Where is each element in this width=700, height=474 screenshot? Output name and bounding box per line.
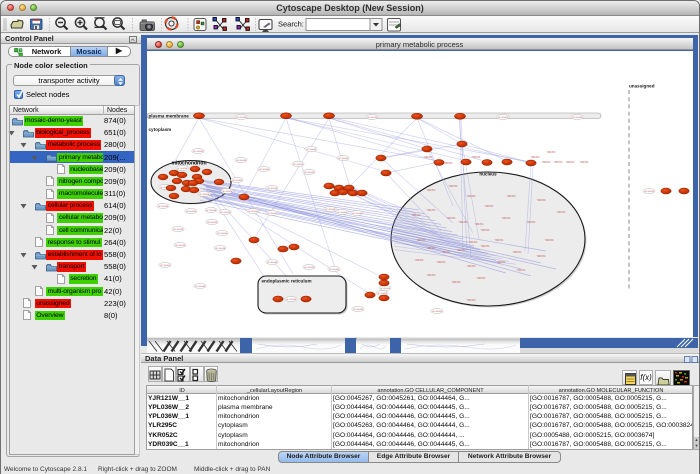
svg-text:YDR45C: YDR45C: [426, 248, 435, 250]
svg-text:plasma membrane: plasma membrane: [148, 114, 189, 119]
svg-text:GO:00446: GO:00446: [214, 248, 225, 250]
svg-text:GO:00446: GO:00446: [266, 188, 277, 190]
svg-text:GO:00446: GO:00446: [305, 149, 316, 151]
svg-text:GO:00446: GO:00446: [337, 158, 348, 160]
svg-text:GO:00446: GO:00446: [643, 191, 654, 193]
svg-text:mitochondrion: mitochondrion: [171, 161, 206, 167]
svg-text:YDR45C: YDR45C: [426, 275, 435, 277]
svg-text:GO:00446: GO:00446: [258, 169, 269, 171]
svg-text:GO:00446: GO:00446: [216, 233, 227, 235]
svg-text:YDR45C: YDR45C: [451, 282, 460, 284]
svg-text:YDR45C: YDR45C: [426, 210, 435, 212]
svg-text:YDR45C: YDR45C: [441, 252, 450, 254]
svg-text:YDR45C: YDR45C: [494, 240, 503, 242]
svg-text:cytoplasm: cytoplasm: [148, 127, 171, 132]
svg-text:GO:00446: GO:00446: [292, 164, 303, 166]
svg-text:YDR45C: YDR45C: [476, 278, 485, 280]
svg-text:GO:00446: GO:00446: [571, 117, 582, 119]
svg-text:YDR45C: YDR45C: [506, 196, 515, 198]
svg-text:GO:00446: GO:00446: [157, 206, 168, 208]
svg-text:YDR45C: YDR45C: [466, 300, 475, 302]
svg-text:GO:00446: GO:00446: [336, 212, 347, 214]
svg-text:GO:00446: GO:00446: [247, 211, 258, 213]
svg-text:YDR45C: YDR45C: [544, 240, 553, 242]
svg-text:YDR45C: YDR45C: [512, 252, 521, 254]
svg-text:GO:00446: GO:00446: [198, 194, 209, 196]
svg-text:GO:00446: GO:00446: [194, 286, 205, 288]
svg-text:YDR45C: YDR45C: [546, 152, 555, 154]
svg-text:GO:00446: GO:00446: [324, 209, 335, 211]
svg-text:GO:00446: GO:00446: [303, 172, 314, 174]
svg-text:YDR45C: YDR45C: [579, 162, 588, 164]
svg-text:YDR45C: YDR45C: [474, 224, 483, 226]
svg-text:YDR45C: YDR45C: [436, 262, 445, 264]
svg-text:unassigned: unassigned: [629, 84, 655, 89]
svg-text:GO:00446: GO:00446: [206, 222, 217, 224]
svg-text:YDR45C: YDR45C: [530, 157, 539, 159]
svg-text:GO:00446: GO:00446: [431, 311, 442, 313]
svg-text:GO:00446: GO:00446: [172, 229, 183, 231]
svg-text:endoplasmic reticulum: endoplasmic reticulum: [261, 279, 311, 284]
svg-text:GO:00446: GO:00446: [379, 288, 390, 290]
svg-text:YDR45C: YDR45C: [411, 215, 420, 217]
svg-text:GO:00446: GO:00446: [285, 299, 296, 301]
svg-text:YDR45C: YDR45C: [458, 222, 467, 224]
svg-text:Search:: Search:: [278, 20, 304, 29]
svg-text:YDR45C: YDR45C: [556, 212, 565, 214]
svg-text:YDR45C: YDR45C: [536, 256, 545, 258]
svg-text:YDR45C: YDR45C: [541, 162, 550, 164]
svg-text:YDR45C: YDR45C: [496, 262, 505, 264]
svg-text:GO:00446: GO:00446: [351, 213, 362, 215]
svg-text:YDR45C: YDR45C: [536, 200, 545, 202]
svg-text:YDR45C: YDR45C: [456, 250, 465, 252]
svg-text:GO:00446: GO:00446: [497, 117, 508, 119]
svg-text:YDR45C: YDR45C: [443, 163, 452, 165]
svg-text:YDR45C: YDR45C: [480, 230, 489, 232]
svg-text:GO:00446: GO:00446: [376, 293, 387, 295]
svg-text:GO:00446: GO:00446: [174, 245, 185, 247]
svg-text:YDR45C: YDR45C: [423, 157, 432, 159]
svg-text:GO:00446: GO:00446: [266, 213, 277, 215]
svg-text:YDR45C: YDR45C: [553, 162, 562, 164]
svg-text:GO:00446: GO:00446: [328, 269, 339, 271]
svg-text:YDR45C: YDR45C: [501, 218, 510, 220]
svg-text:GO:00446: GO:00446: [303, 267, 314, 269]
svg-text:YDR45C: YDR45C: [471, 157, 480, 159]
svg-text:YDR45C: YDR45C: [416, 240, 425, 242]
svg-text:YDR45C: YDR45C: [466, 196, 475, 198]
svg-text:YDR45C: YDR45C: [468, 242, 477, 244]
svg-text:GO:00446: GO:00446: [231, 180, 242, 182]
svg-text:GO:00446: GO:00446: [205, 210, 216, 212]
svg-text:YDR45C: YDR45C: [526, 222, 535, 224]
svg-text:GO:00446: GO:00446: [192, 151, 203, 153]
svg-text:GO:00446: GO:00446: [221, 191, 232, 193]
svg-text:GO:00446: GO:00446: [266, 262, 277, 264]
svg-text:YDR45C: YDR45C: [565, 162, 574, 164]
svg-text:YDR45C: YDR45C: [484, 206, 493, 208]
svg-text:YDR45C: YDR45C: [480, 246, 489, 248]
svg-text:GO:00446: GO:00446: [352, 309, 363, 311]
svg-text:YDR45C: YDR45C: [414, 260, 423, 262]
svg-text:YDR45C: YDR45C: [516, 270, 525, 272]
svg-text:GO:00446: GO:00446: [219, 212, 230, 214]
svg-text:nucleus: nucleus: [479, 172, 497, 177]
svg-text:YDR45C: YDR45C: [466, 266, 475, 268]
svg-text:YDR45C: YDR45C: [446, 218, 455, 220]
svg-text:GO:00446: GO:00446: [235, 117, 246, 119]
svg-text:GO:00446: GO:00446: [159, 265, 170, 267]
svg-text:GO:00446: GO:00446: [185, 211, 196, 213]
svg-text:GO:00446: GO:00446: [176, 168, 187, 170]
svg-text:YDR45C: YDR45C: [448, 186, 457, 188]
svg-text:GO:00446: GO:00446: [235, 160, 246, 162]
svg-text:YDR45C: YDR45C: [426, 190, 435, 192]
svg-text:GO:00446: GO:00446: [366, 117, 377, 119]
